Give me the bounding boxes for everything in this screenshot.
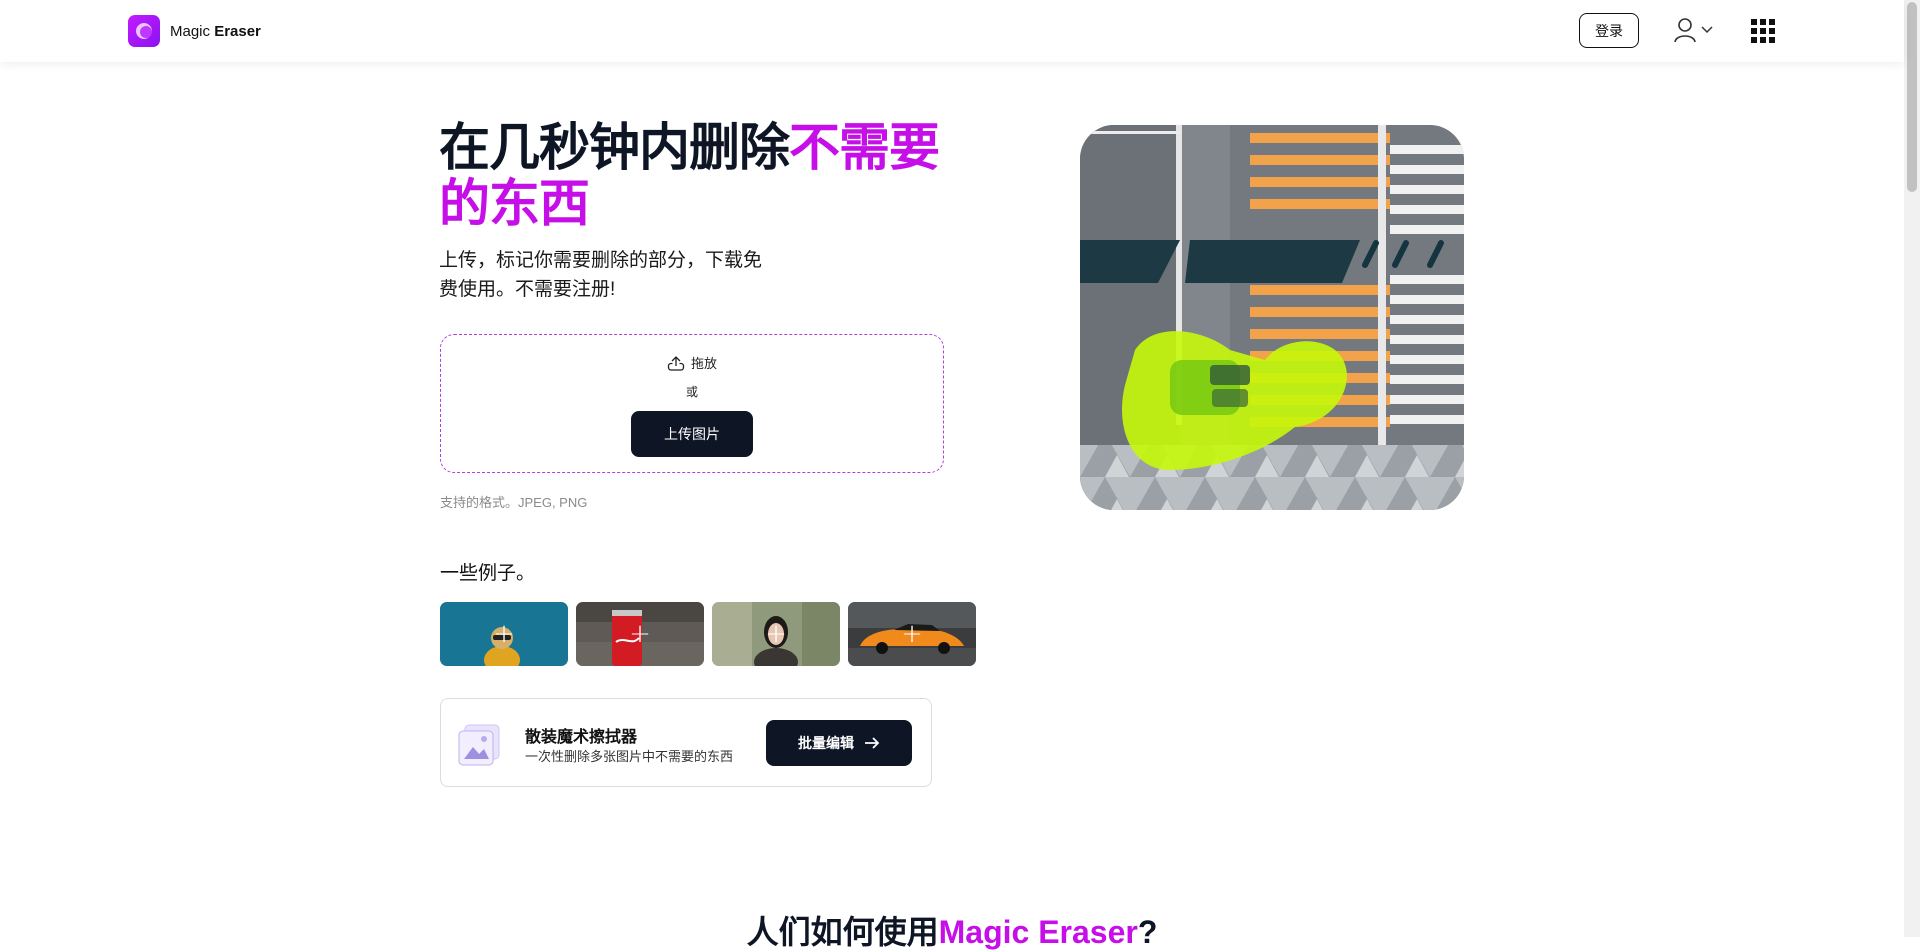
- examples-title: 一些例子。: [440, 563, 536, 584]
- upload-dropzone[interactable]: 拖放 或 上传图片: [440, 334, 944, 473]
- bulk-edit-label: 批量编辑: [798, 735, 854, 751]
- chevron-down-icon: [1701, 26, 1713, 34]
- upload-image-button[interactable]: 上传图片: [631, 411, 753, 457]
- hero-subtitle: 上传，标记你需要删除的部分，下载免费使用。不需要注册!: [439, 250, 763, 300]
- bulk-eraser-card: 散装魔术擦拭器 一次性删除多张图片中不需要的东西 批量编辑: [440, 698, 932, 787]
- top-nav: Magic Eraser 登录: [0, 0, 1904, 62]
- upload-icon: [667, 355, 685, 371]
- plus-icon: +: [901, 619, 923, 649]
- logo-icon: [128, 15, 160, 47]
- example-woman[interactable]: +: [712, 602, 840, 666]
- user-icon: [1674, 18, 1696, 43]
- brand-logo[interactable]: Magic Eraser: [128, 15, 261, 47]
- drag-drop-label: 拖放: [690, 356, 717, 371]
- hero-image: [1080, 125, 1464, 510]
- example-coke[interactable]: +: [576, 602, 704, 666]
- supported-formats: 支持的格式。JPEG, PNG: [440, 495, 588, 510]
- section2-title: 人们如何使用Magic Eraser?: [746, 914, 1158, 950]
- plus-icon: +: [765, 619, 787, 649]
- page-scrollbar[interactable]: [1904, 0, 1920, 937]
- scrollbar-thumb[interactable]: [1907, 2, 1917, 192]
- bulk-description: 一次性删除多张图片中不需要的东西: [525, 749, 734, 764]
- photo-stack-icon: [458, 724, 500, 766]
- user-menu[interactable]: [1673, 17, 1713, 43]
- plus-icon: +: [629, 619, 651, 649]
- bulk-title: 散装魔术擦拭器: [525, 729, 638, 746]
- brand-name: Magic Eraser: [170, 22, 261, 40]
- hero-title: 在几秒钟内删除不需要的东西: [439, 119, 940, 232]
- arrow-right-icon: [865, 737, 880, 749]
- login-button[interactable]: 登录: [1579, 13, 1639, 48]
- drag-drop-row: 拖放: [441, 353, 943, 372]
- or-label: 或: [685, 385, 698, 399]
- section2-title-brand: Magic Eraser: [938, 914, 1138, 950]
- plus-icon: +: [493, 619, 515, 649]
- bulk-edit-button[interactable]: 批量编辑: [766, 720, 912, 766]
- example-dog[interactable]: +: [440, 602, 568, 666]
- apps-grid-icon[interactable]: [1751, 19, 1775, 43]
- example-car[interactable]: +: [848, 602, 976, 666]
